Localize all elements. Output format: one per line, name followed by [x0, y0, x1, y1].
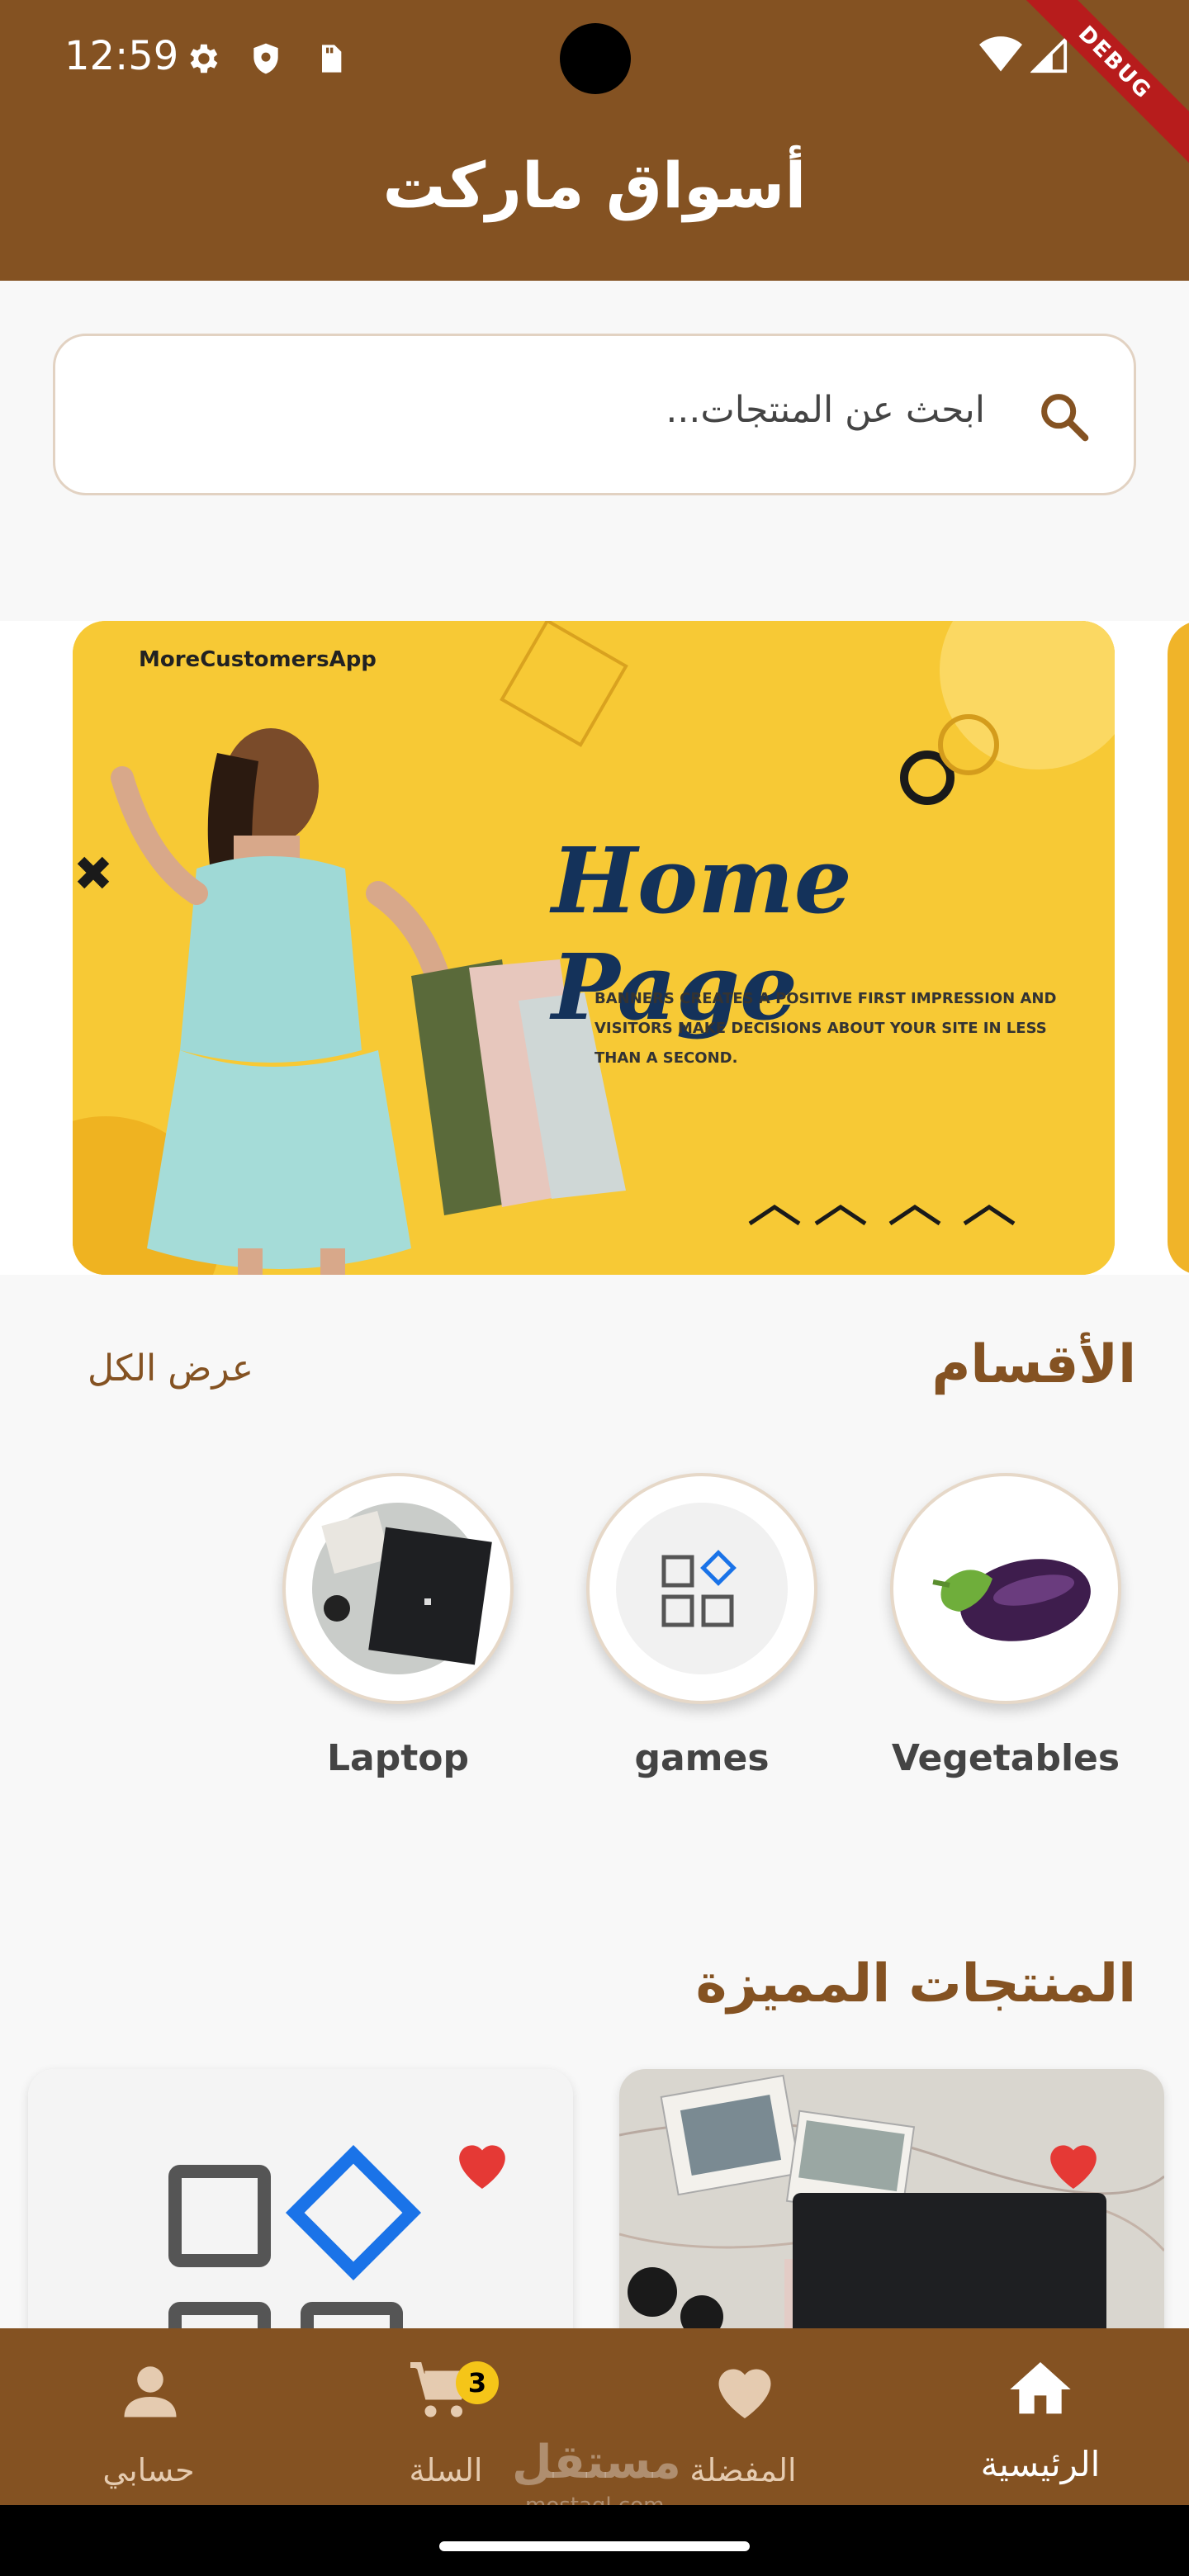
category-label: Laptop — [327, 1737, 469, 1779]
status-time: 12:59 — [64, 33, 179, 79]
app-screen: 12:59 DEBUG أسواق ماركت ابحث عن المنتجات… — [0, 0, 1189, 2576]
favorite-heart-icon[interactable] — [1042, 2135, 1105, 2195]
category-label: Vegetables — [891, 1737, 1120, 1779]
shield-icon — [248, 40, 284, 81]
category-games[interactable]: games — [586, 1473, 817, 1779]
app-bar: 12:59 DEBUG أسواق ماركت — [0, 0, 1189, 281]
laptop-image — [282, 1473, 514, 1704]
categories-title: الأقسام — [931, 1334, 1136, 1395]
signal-icon — [1030, 36, 1068, 78]
category-laptop[interactable]: Laptop — [282, 1473, 514, 1779]
nav-home[interactable]: الرئيسية — [892, 2328, 1189, 2505]
product-card[interactable] — [28, 2069, 573, 2333]
category-label: games — [634, 1737, 770, 1779]
cart-count-badge: 3 — [456, 2361, 499, 2404]
favorite-heart-icon[interactable] — [451, 2135, 514, 2195]
search-placeholder: ابحث عن المنتجات... — [666, 389, 985, 431]
nav-account[interactable]: حسابي — [0, 2328, 297, 2505]
person-icon — [116, 2356, 185, 2429]
banner-brand: MoreCustomersApp — [139, 647, 377, 672]
search-input[interactable]: ابحث عن المنتجات... — [53, 334, 1136, 495]
sd-card-icon — [314, 40, 347, 81]
grid-diamond-icon — [586, 1473, 817, 1704]
product-card[interactable] — [619, 2069, 1164, 2333]
eggplant-icon — [890, 1473, 1121, 1704]
home-icon — [1004, 2353, 1077, 2429]
home-gesture-bar[interactable] — [439, 2541, 750, 2551]
gear-icon — [183, 40, 221, 81]
system-navigation-bar — [0, 2505, 1189, 2576]
laptop-on-map-image — [619, 2069, 1164, 2333]
status-bar: 12:59 DEBUG — [0, 0, 1189, 181]
banner-carousel[interactable]: MoreCustomersApp Home Page BANNERS CREAT… — [0, 621, 1189, 1275]
banner-slide[interactable]: MoreCustomersApp Home Page BANNERS CREAT… — [73, 621, 1115, 1275]
banner-next-slide[interactable] — [1168, 621, 1189, 1275]
featured-title: المنتجات المميزة — [695, 1953, 1136, 2015]
front-camera — [560, 23, 631, 94]
view-all-link[interactable]: عرض الكل — [88, 1347, 253, 1390]
wifi-icon — [979, 36, 1022, 78]
grid-diamond-icon — [28, 2069, 573, 2333]
nav-label: الرئيسية — [980, 2444, 1101, 2484]
watermark-logo: مستقل — [512, 2436, 681, 2489]
category-vegetables[interactable]: Vegetables — [890, 1473, 1121, 1779]
banner-subtext: BANNERS CREATES A POSITIVE FIRST IMPRESS… — [594, 990, 1057, 1067]
nav-label: حسابي — [102, 2452, 195, 2488]
heart-icon — [710, 2356, 779, 2426]
search-icon[interactable] — [1035, 387, 1092, 448]
app-title: أسواق ماركت — [382, 149, 807, 222]
